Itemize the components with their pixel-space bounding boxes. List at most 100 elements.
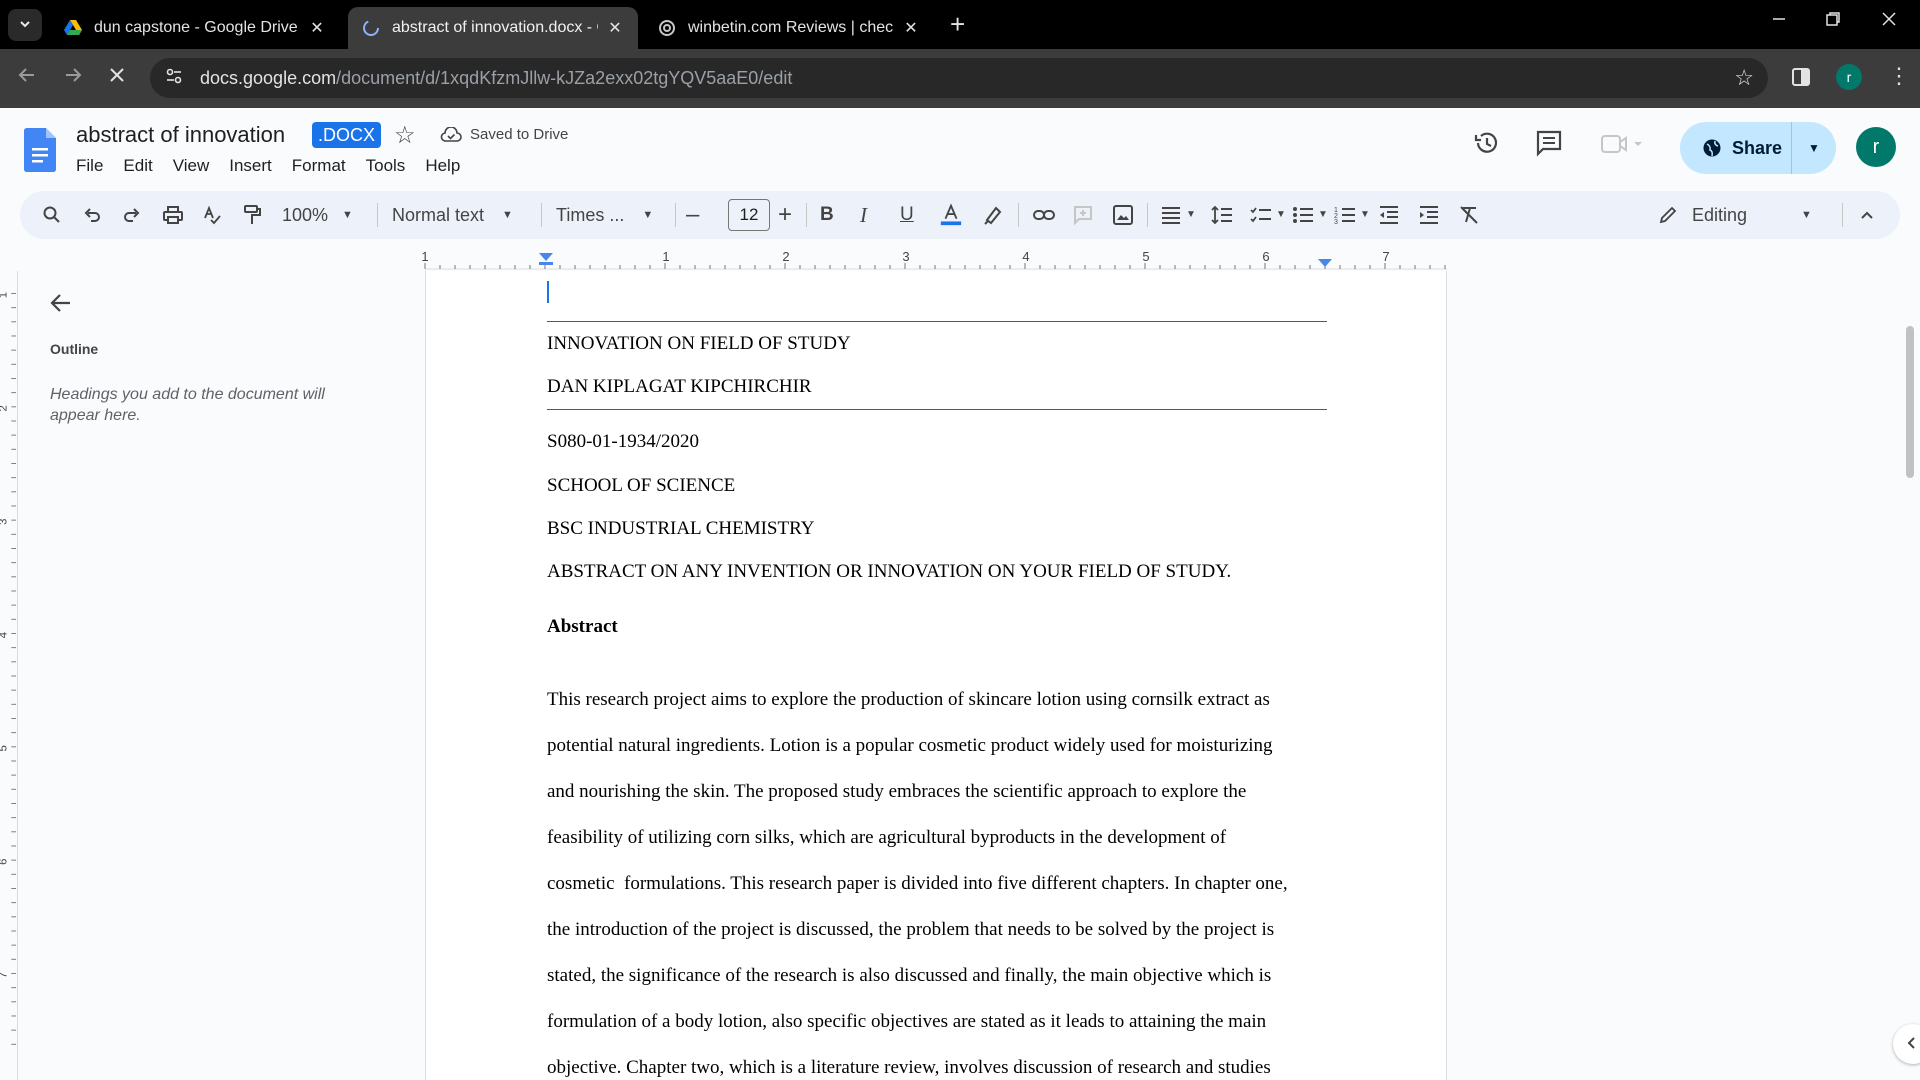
right-indent-marker[interactable] — [1318, 259, 1332, 267]
font-family-select[interactable]: Times ... ▼ — [556, 203, 666, 227]
share-label: Share — [1732, 137, 1783, 158]
arrow-left-icon — [18, 68, 34, 82]
spellcheck-icon[interactable] — [202, 203, 222, 227]
divider — [806, 203, 807, 227]
tab-search-button[interactable] — [8, 9, 42, 41]
bookmark-star-icon[interactable]: ☆ — [1734, 65, 1754, 91]
checklist-select[interactable]: ▼ — [1250, 203, 1290, 227]
add-comment-icon[interactable] — [1072, 203, 1094, 227]
horizontal-ruler[interactable]: 1 1 2 3 4 5 6 7 — [0, 249, 1920, 271]
menu-view[interactable]: View — [173, 154, 220, 178]
first-line-indent-marker[interactable] — [539, 262, 553, 265]
align-select[interactable]: ▼ — [1160, 203, 1200, 227]
ruler-label: 5 — [1142, 249, 1149, 264]
hide-menus-button[interactable] — [1858, 203, 1876, 227]
version-history-icon[interactable] — [1472, 128, 1502, 163]
line-spacing-icon[interactable] — [1210, 203, 1234, 227]
text-cursor — [547, 281, 549, 303]
highlight-color-icon[interactable] — [982, 203, 1004, 227]
profile-avatar[interactable]: r — [1836, 64, 1862, 90]
close-icon[interactable]: ✕ — [606, 18, 624, 38]
restore-button[interactable] — [1824, 10, 1842, 33]
star-icon[interactable]: ☆ — [394, 121, 416, 150]
svg-text:3: 3 — [1334, 219, 1338, 225]
zoom-select[interactable]: 100% ▼ — [282, 203, 362, 227]
insert-image-icon[interactable] — [1112, 203, 1134, 227]
doc-assignment: ABSTRACT ON ANY INVENTION OR INNOVATION … — [547, 561, 1232, 582]
search-menus-icon[interactable] — [42, 203, 62, 227]
body-line: This research project aims to explore th… — [547, 689, 1270, 710]
paragraph-style-select[interactable]: Normal text ▼ — [392, 203, 532, 227]
restore-icon — [1826, 12, 1840, 26]
text-color-icon[interactable] — [938, 203, 964, 227]
menu-tools[interactable]: Tools — [366, 154, 416, 178]
increase-indent-icon[interactable] — [1418, 203, 1440, 227]
side-panel-button[interactable] — [1790, 66, 1812, 93]
share-main[interactable]: Share — [1680, 122, 1792, 174]
left-indent-marker[interactable] — [539, 253, 553, 261]
new-tab-button[interactable]: + — [950, 11, 965, 37]
caret-down-icon: ▼ — [342, 209, 353, 221]
more-menu-icon[interactable]: ⋮ — [1888, 63, 1910, 89]
site-settings-icon[interactable] — [164, 66, 186, 91]
menu-format[interactable]: Format — [292, 154, 356, 178]
insert-link-icon[interactable] — [1032, 203, 1056, 227]
bold-icon[interactable]: B — [820, 203, 834, 227]
paint-format-icon[interactable] — [242, 203, 262, 227]
forward-button[interactable] — [62, 64, 84, 93]
bulleted-list-select[interactable]: ▼ — [1292, 203, 1332, 227]
outline-title: Outline — [50, 341, 99, 357]
menu-help[interactable]: Help — [425, 154, 470, 178]
docs-logo-icon[interactable] — [24, 128, 56, 172]
tab-winbetin[interactable]: winbetin.com Reviews | check if site is … — [644, 7, 934, 49]
vertical-scrollbar[interactable] — [1906, 326, 1914, 478]
save-status[interactable]: Saved to Drive — [440, 126, 568, 143]
divider — [377, 203, 378, 227]
comment-icon[interactable] — [1534, 128, 1564, 163]
menu-file[interactable]: File — [76, 154, 113, 178]
undo-icon[interactable] — [82, 203, 102, 227]
paragraph-style-value: Normal text — [392, 205, 485, 225]
vertical-ruler[interactable]: 1 2 3 4 5 6 7 — [0, 271, 18, 1080]
show-side-panel-button[interactable] — [1893, 1024, 1920, 1064]
print-icon[interactable] — [162, 203, 184, 227]
screen: dun capstone - Google Drive ✕ abstract o… — [0, 0, 1920, 1080]
horizontal-rule — [547, 409, 1327, 410]
decrease-indent-icon[interactable] — [1378, 203, 1400, 227]
menu-insert[interactable]: Insert — [229, 154, 282, 178]
close-icon[interactable]: ✕ — [902, 18, 920, 38]
close-window-button[interactable] — [1880, 10, 1898, 33]
tab-google-drive[interactable]: dun capstone - Google Drive ✕ — [50, 7, 340, 49]
menu-edit[interactable]: Edit — [123, 154, 162, 178]
vruler-label: 6 — [0, 859, 10, 865]
decrease-font-size-button[interactable]: – — [686, 203, 699, 227]
font-size-input[interactable]: 12 — [728, 199, 770, 231]
account-avatar[interactable]: r — [1856, 127, 1896, 167]
stop-loading-button[interactable] — [106, 64, 128, 93]
meet-icon[interactable] — [1600, 134, 1644, 159]
clear-formatting-icon[interactable] — [1458, 203, 1480, 227]
back-button[interactable] — [16, 64, 38, 93]
document-page[interactable]: INNOVATION ON FIELD OF STUDY DAN KIPLAGA… — [425, 271, 1447, 1080]
underline-icon[interactable]: U — [900, 203, 914, 227]
document-title[interactable]: abstract of innovation — [76, 122, 285, 148]
tab-title: dun capstone - Google Drive — [94, 19, 298, 36]
minimize-button[interactable] — [1770, 10, 1788, 33]
side-panel-icon — [1792, 68, 1810, 86]
editing-mode-select[interactable]: Editing ▼ — [1658, 203, 1828, 227]
close-icon — [110, 68, 124, 82]
ruler-label: 2 — [782, 249, 789, 264]
editing-mode-label: Editing — [1692, 205, 1748, 225]
italic-icon[interactable]: I — [860, 203, 867, 227]
vruler-label: 4 — [0, 632, 10, 638]
share-dropdown-icon[interactable]: ▼ — [1792, 141, 1836, 155]
share-button[interactable]: Share ▼ — [1680, 122, 1836, 174]
close-icon[interactable]: ✕ — [308, 18, 326, 38]
numbered-list-select[interactable]: 123 ▼ — [1334, 203, 1374, 227]
increase-font-size-button[interactable]: + — [778, 203, 792, 227]
address-bar[interactable]: docs.google.com/document/d/1xqdKfzmJllw-… — [150, 58, 1768, 98]
tab-google-docs[interactable]: abstract of innovation.docx - Google Doc… — [348, 7, 638, 49]
ruler-label: 1 — [662, 249, 669, 264]
close-outline-button[interactable] — [48, 290, 74, 323]
redo-icon[interactable] — [122, 203, 142, 227]
